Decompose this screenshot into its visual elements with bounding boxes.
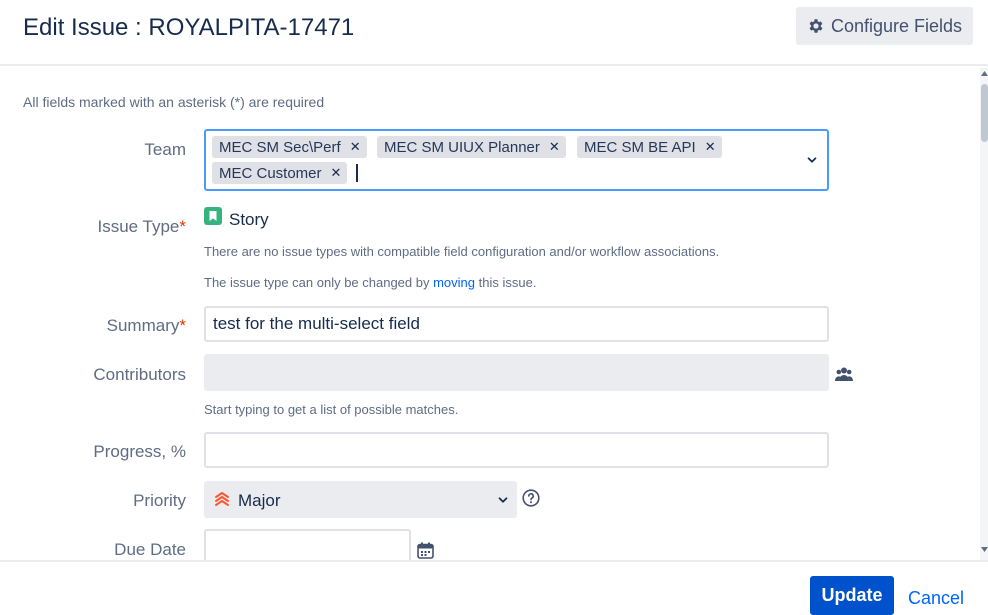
priority-value: Major	[238, 491, 281, 510]
dialog-title: Edit Issue : ROYALPITA-17471	[23, 14, 355, 41]
chevron-down-icon[interactable]	[805, 153, 819, 167]
chip-remove-icon[interactable]: ✕	[331, 165, 342, 181]
issue-type-value: Story	[229, 210, 269, 229]
issue-type-move-help: The issue type can only be changed by mo…	[204, 275, 537, 290]
due-date-input[interactable]	[204, 529, 411, 560]
priority-label: Priority	[133, 491, 186, 510]
gear-icon	[809, 19, 823, 33]
configure-fields-button[interactable]: Configure Fields	[796, 7, 973, 45]
team-chip: MEC SM BE API ✕	[577, 136, 722, 158]
issue-type-help: There are no issue types with compatible…	[204, 244, 720, 259]
help-circle-icon[interactable]	[522, 489, 540, 507]
summary-input[interactable]: test for the multi-select field	[204, 306, 829, 342]
text-cursor	[356, 164, 358, 182]
progress-input[interactable]	[204, 432, 829, 468]
scroll-up-arrow-icon[interactable]	[981, 70, 988, 77]
dialog-footer: Update Cancel	[0, 560, 988, 615]
people-icon[interactable]	[835, 366, 853, 382]
contributors-input[interactable]	[204, 354, 829, 391]
moving-link[interactable]: moving	[433, 275, 475, 290]
team-multiselect[interactable]: MEC SM Sec\Perf ✕ MEC SM UIUX Planner ✕ ME…	[204, 129, 829, 191]
due-date-label: Due Date	[114, 540, 186, 559]
priority-major-icon	[215, 492, 229, 506]
progress-label: Progress, %	[93, 442, 186, 461]
update-button[interactable]: Update	[810, 576, 894, 615]
team-chip: MEC SM Sec\Perf ✕	[212, 136, 367, 158]
content-scrollbar[interactable]	[980, 68, 988, 560]
edit-issue-dialog: Edit Issue : ROYALPITA-17471 Configure F…	[0, 0, 988, 615]
calendar-icon[interactable]	[417, 542, 434, 559]
chevron-down-icon	[498, 497, 508, 503]
dialog-header: Edit Issue : ROYALPITA-17471 Configure F…	[0, 0, 988, 66]
contributors-help: Start typing to get a list of possible m…	[204, 402, 459, 417]
story-icon	[204, 207, 222, 225]
chip-remove-icon[interactable]: ✕	[549, 139, 560, 155]
required-note: All fields marked with an asterisk (*) a…	[23, 94, 325, 110]
scroll-thumb[interactable]	[981, 84, 988, 142]
configure-fields-label: Configure Fields	[830, 15, 963, 36]
contributors-label: Contributors	[93, 365, 186, 384]
team-label: Team	[144, 140, 186, 159]
team-chip: MEC Customer ✕	[212, 162, 348, 184]
issue-type-label: Issue Type*	[97, 217, 186, 236]
priority-select[interactable]: Major	[204, 481, 517, 518]
chip-remove-icon[interactable]: ✕	[350, 139, 361, 155]
scroll-down-arrow-icon[interactable]	[981, 546, 988, 553]
dialog-content: All fields marked with an asterisk (*) a…	[0, 68, 980, 560]
cancel-link[interactable]: Cancel	[908, 588, 964, 609]
team-chip: MEC SM UIUX Planner ✕	[377, 136, 566, 158]
summary-label: Summary*	[106, 316, 186, 335]
chip-remove-icon[interactable]: ✕	[705, 139, 716, 155]
